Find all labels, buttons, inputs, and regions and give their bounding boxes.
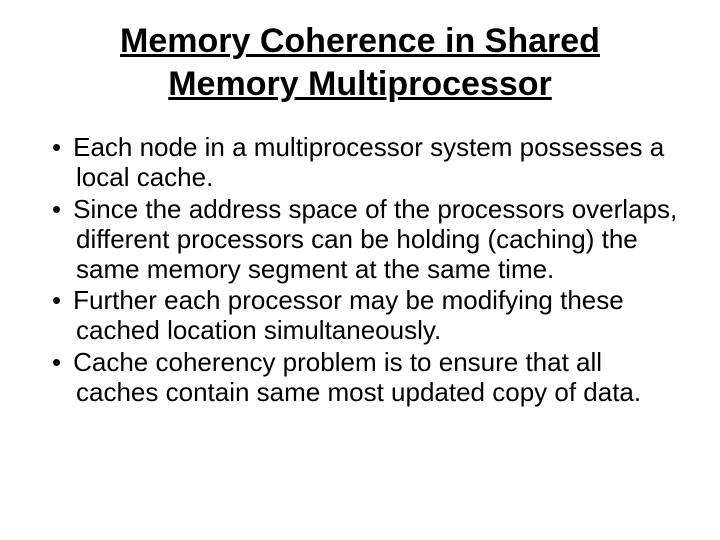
list-item: Further each processor may be modifying … (40, 286, 680, 346)
bullet-list: Each node in a multiprocessor system pos… (40, 133, 680, 408)
list-item: Cache coherency problem is to ensure tha… (40, 348, 680, 408)
list-item: Each node in a multiprocessor system pos… (40, 133, 680, 193)
list-item: Since the address space of the processor… (40, 195, 680, 285)
slide-title: Memory Coherence in Shared Memory Multip… (40, 20, 680, 105)
